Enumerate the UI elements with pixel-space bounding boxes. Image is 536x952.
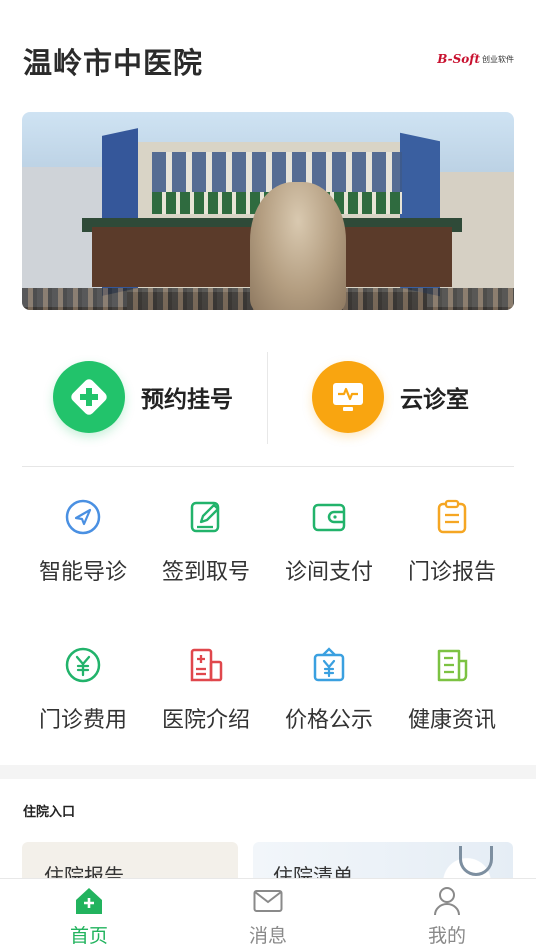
brand-text: 创业软件 (482, 54, 514, 64)
tab-label: 消息 (248, 925, 287, 947)
medical-cross-icon (53, 361, 125, 433)
header: 温岭市中医院 B-Soft 创业软件 (0, 0, 536, 110)
clipboard-icon (433, 498, 471, 536)
service-label: 医院介绍 (161, 708, 250, 733)
quick-actions: 预约挂号 云诊室 (22, 352, 514, 444)
page-title: 温岭市中医院 (23, 46, 204, 80)
appointment-label: 预约挂号 (141, 387, 233, 413)
section-separator (0, 765, 536, 779)
inpatient-report-card[interactable]: 住院报告 (22, 842, 238, 882)
service-label: 门诊报告 (407, 560, 496, 585)
service-label: 价格公示 (284, 708, 373, 733)
service-label: 健康资讯 (407, 708, 496, 733)
hospital-banner[interactable] (22, 112, 514, 310)
tab-home[interactable]: 首页 (29, 879, 149, 952)
service-outpatient-fees[interactable]: 门诊费用 (22, 646, 144, 756)
yuan-coin-icon (64, 646, 102, 684)
bottom-tab-bar: 首页 消息 我的 (0, 878, 536, 952)
banner-statue (250, 182, 346, 310)
service-label: 签到取号 (161, 560, 250, 585)
tab-profile[interactable]: 我的 (387, 879, 507, 952)
hospital-doc-icon (187, 646, 225, 684)
edit-icon (187, 498, 225, 536)
service-check-in[interactable]: 签到取号 (145, 498, 267, 608)
appointment-button[interactable]: 预约挂号 (22, 352, 268, 442)
inpatient-section-title: 住院入口 (23, 805, 76, 820)
brand-logo: B-Soft 创业软件 (437, 52, 514, 66)
divider (22, 466, 514, 467)
service-smart-guide[interactable]: 智能导诊 (22, 498, 144, 608)
tab-label: 首页 (69, 925, 108, 947)
wallet-icon (310, 498, 348, 536)
brand-mark: B-Soft (437, 52, 480, 66)
compass-icon (64, 498, 102, 536)
mail-icon (253, 886, 283, 916)
service-health-news[interactable]: 健康资讯 (391, 646, 513, 756)
inpatient-bill-card[interactable]: 住院清单 (253, 842, 513, 882)
service-label: 智能导诊 (38, 560, 127, 585)
cloud-clinic-button[interactable]: 云诊室 (268, 352, 514, 442)
home-icon (74, 886, 104, 916)
cloud-clinic-label: 云诊室 (400, 387, 469, 413)
service-hospital-intro[interactable]: 医院介绍 (145, 646, 267, 756)
monitor-pulse-icon (312, 361, 384, 433)
price-tag-icon (310, 646, 348, 684)
service-clinic-payment[interactable]: 诊间支付 (268, 498, 390, 608)
tab-messages[interactable]: 消息 (208, 879, 328, 952)
service-outpatient-report[interactable]: 门诊报告 (391, 498, 513, 608)
tab-label: 我的 (427, 925, 466, 947)
user-icon (432, 886, 462, 916)
news-icon (433, 646, 471, 684)
service-label: 门诊费用 (38, 708, 127, 733)
service-price-list[interactable]: 价格公示 (268, 646, 390, 756)
service-label: 诊间支付 (284, 560, 373, 585)
